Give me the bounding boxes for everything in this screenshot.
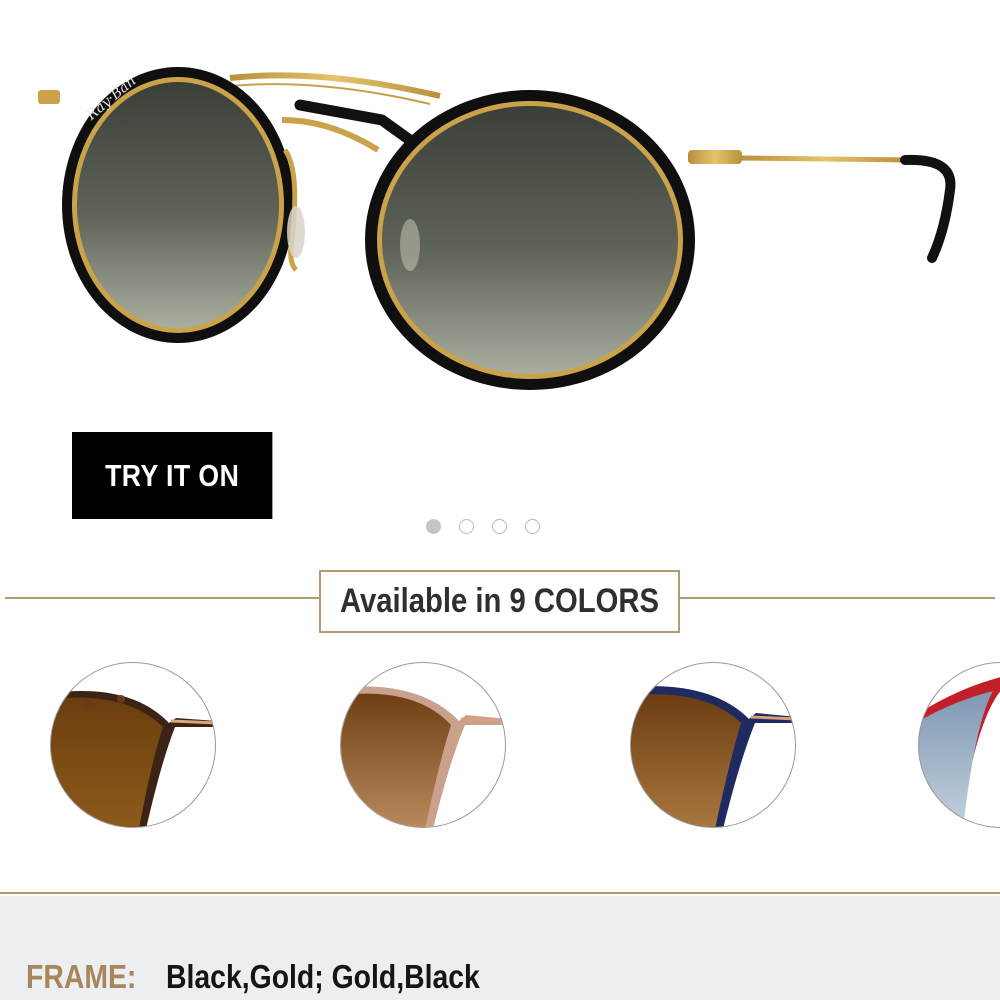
frame-value: Black,Gold; Gold,Black [166,958,480,995]
color-swatch-tortoise[interactable] [50,662,216,828]
specs-divider-line [0,892,1000,894]
carousel-dot-1[interactable] [426,519,441,534]
product-image[interactable]: Ray·Ban [0,0,1000,420]
color-swatch-red-blue[interactable] [918,662,1000,828]
color-swatch-pink-brown[interactable] [340,662,506,828]
product-page: Ray·Ban TRY IT ON Available in 9 COLORS … [0,0,1000,1000]
colors-heading: Available in 9 COLORS [339,582,660,620]
carousel-dot-3[interactable] [492,519,507,534]
try-it-on-button[interactable]: TRY IT ON [72,432,273,519]
sunglasses-illustration: Ray·Ban [38,67,956,390]
frame-label: FRAME: [26,958,137,995]
pink-brown-icon [341,686,505,827]
color-swatch-blue-brown[interactable] [630,662,796,828]
tortoise-brown-icon [51,691,215,827]
red-blue-icon [919,677,1000,827]
blue-brown-icon [631,686,795,827]
colors-heading-box: Available in 9 COLORS [319,570,680,633]
carousel-dot-4[interactable] [525,519,540,534]
carousel-dot-2[interactable] [459,519,474,534]
carousel-pagination [426,519,540,534]
specs-panel [0,896,1000,1000]
